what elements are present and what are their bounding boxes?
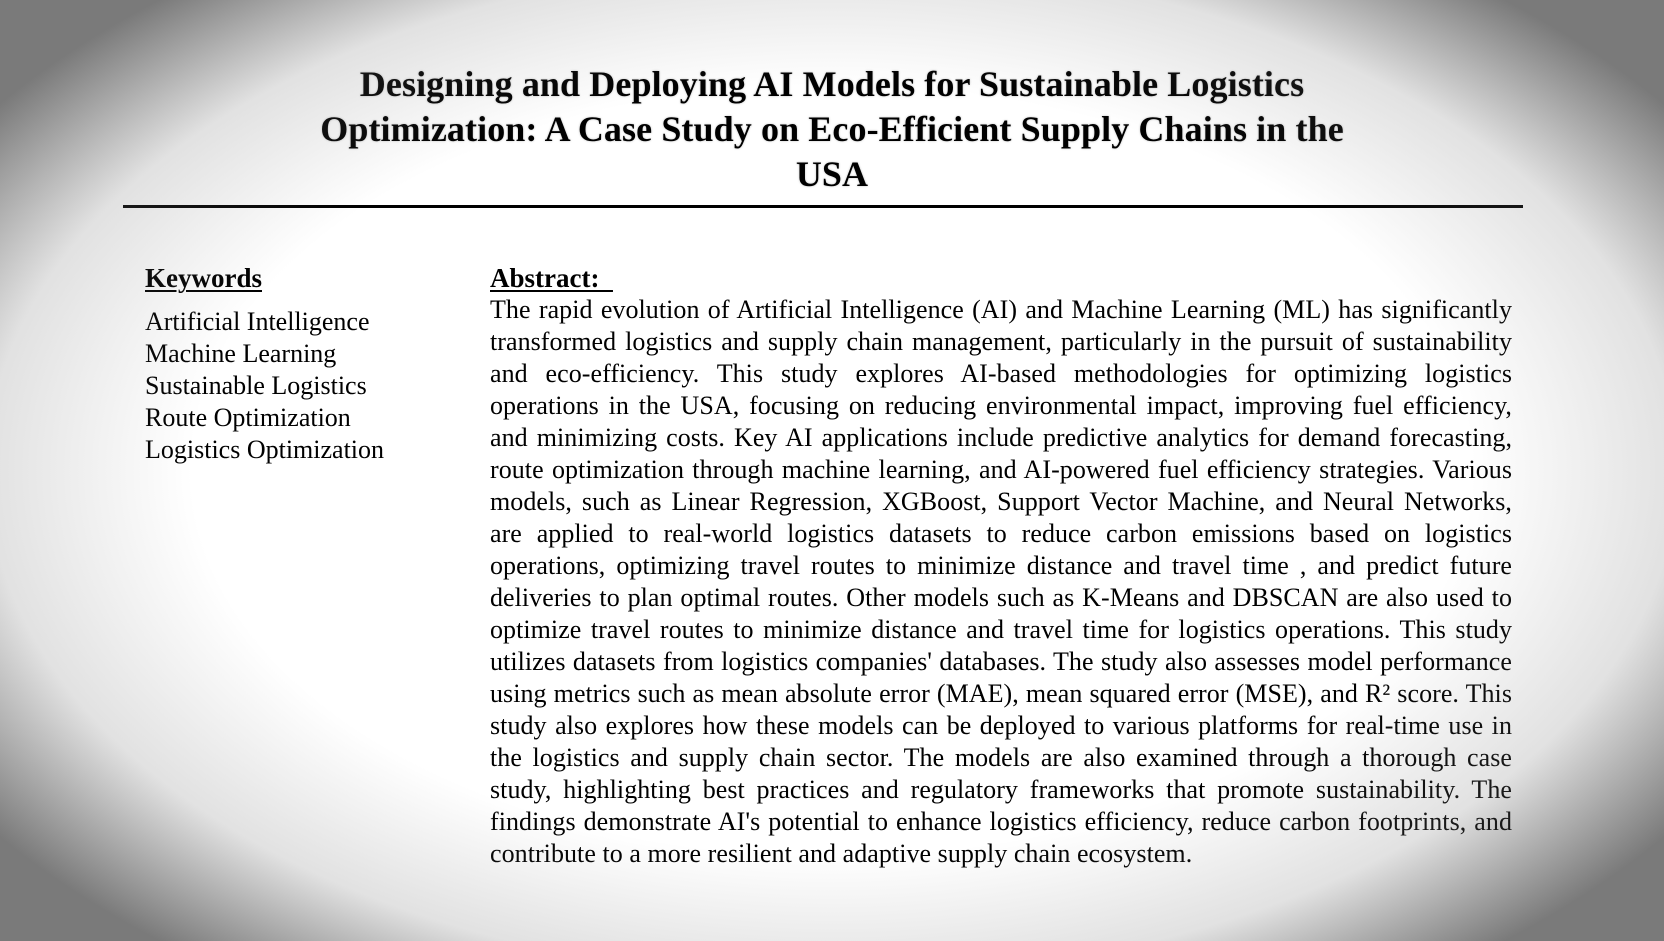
keyword-item: Artificial Intelligence xyxy=(145,307,370,336)
abstract-heading: Abstract: xyxy=(490,263,613,293)
paper-page: Designing and Deploying AI Models for Su… xyxy=(0,0,1664,941)
abstract-body: The rapid evolution of Artificial Intell… xyxy=(490,295,1512,868)
keyword-item: Machine Learning xyxy=(145,339,337,368)
abstract-section: Abstract: The rapid evolution of Artific… xyxy=(490,262,1512,870)
keyword-list: Artificial Intelligence Machine Learning… xyxy=(145,306,445,466)
keywords-section: Keywords Artificial Intelligence Machine… xyxy=(145,262,445,466)
title-divider xyxy=(123,205,1523,208)
keyword-item: Logistics Optimization xyxy=(145,435,385,464)
keywords-heading: Keywords xyxy=(145,263,262,293)
keyword-item: Sustainable Logistics xyxy=(145,371,367,400)
paper-title-line-2: Optimization: A Case Study on Eco-Effici… xyxy=(320,109,1344,150)
paper-title-line-1: Designing and Deploying AI Models for Su… xyxy=(359,64,1305,105)
paper-title: Designing and Deploying AI Models for Su… xyxy=(0,62,1664,197)
keyword-item: Route Optimization xyxy=(145,403,351,432)
paper-title-line-3: USA xyxy=(795,154,869,195)
